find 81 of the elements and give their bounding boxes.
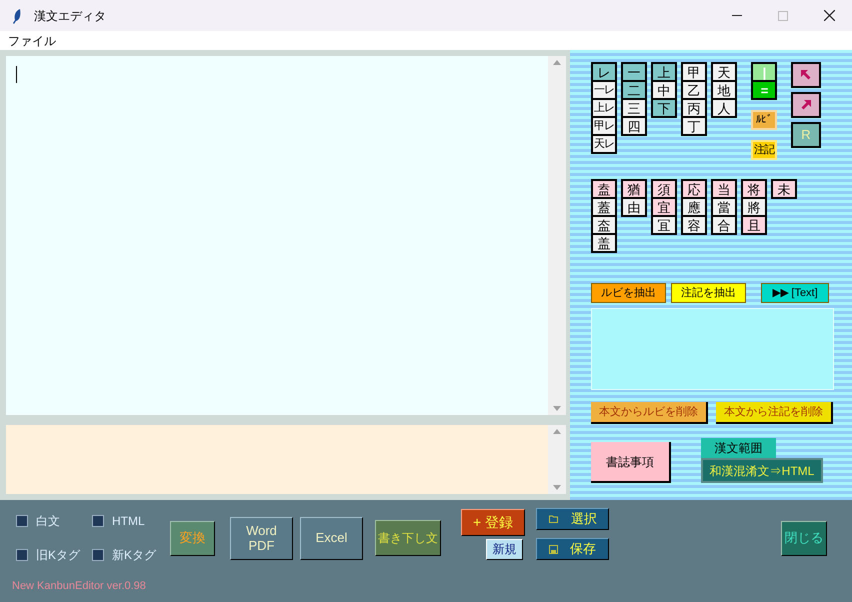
scrollbar[interactable] xyxy=(548,425,566,494)
checkbox[interactable] xyxy=(16,515,28,527)
kanji-button[interactable]: 猶 xyxy=(621,179,647,199)
html-button[interactable]: 和漢混淆文⇒HTML xyxy=(701,458,823,483)
excel-button[interactable]: Excel xyxy=(300,516,363,560)
checkbox[interactable] xyxy=(16,549,28,561)
delete-button[interactable]: 本文からルビを削除 xyxy=(591,402,708,424)
kanji-button[interactable]: 當 xyxy=(711,197,737,217)
feather-icon xyxy=(12,8,22,24)
scroll-up-icon xyxy=(553,429,561,434)
kanji-button[interactable]: 冝 xyxy=(651,215,677,235)
scroll-down-icon xyxy=(553,485,561,490)
menu-item[interactable]: ファイル xyxy=(8,32,56,50)
bibliography-button[interactable]: 書誌事項 xyxy=(591,442,671,483)
kanji-button[interactable]: 盇 xyxy=(591,215,617,235)
close-app-button[interactable]: 閉じる xyxy=(781,520,827,556)
kanji-button[interactable]: 由 xyxy=(621,197,647,217)
checkbox[interactable] xyxy=(92,549,104,561)
kanji-button[interactable]: 将 xyxy=(741,179,767,199)
minimize-icon xyxy=(732,15,742,16)
window-title: 漢文エディタ xyxy=(34,8,106,24)
kanji-button[interactable]: 容 xyxy=(681,215,707,235)
extract-button[interactable]: ▶▶ [Text] xyxy=(761,283,829,303)
kanji-button[interactable]: 甲 xyxy=(681,62,707,82)
kanji-button[interactable]: 地 xyxy=(711,80,737,100)
version-text: New KanbunEditor ver.0.98 xyxy=(12,578,147,594)
kanji-button[interactable]: 蓋 xyxy=(591,197,617,217)
kanji-button[interactable]: 丙 xyxy=(681,98,707,118)
kanji-button[interactable]: 一レ xyxy=(591,80,617,100)
arrow-button[interactable] xyxy=(791,92,821,118)
kanji-button[interactable]: 上レ xyxy=(591,98,617,118)
scrollbar[interactable] xyxy=(548,56,566,415)
close-icon xyxy=(824,10,834,21)
checkbox[interactable] xyxy=(92,515,104,527)
kanji-button[interactable]: 天レ xyxy=(591,134,617,154)
kanji-button[interactable]: 上 xyxy=(651,62,677,82)
extract-button[interactable]: ルビを抽出 xyxy=(591,283,666,303)
mark-button[interactable]: ﾙﾋﾞ xyxy=(751,110,777,130)
folder-icon xyxy=(549,515,559,523)
kanji-button[interactable]: レ xyxy=(591,62,617,82)
kanji-button[interactable]: 人 xyxy=(711,98,737,118)
kanji-button[interactable]: 合 xyxy=(711,215,737,235)
kanji-button[interactable]: 下 xyxy=(651,98,677,118)
select-button[interactable]: 選択 xyxy=(536,508,609,530)
arrow-button[interactable] xyxy=(791,62,821,88)
kanji-button[interactable]: 丁 xyxy=(681,116,707,136)
register-button[interactable]: + 登録 xyxy=(461,508,525,536)
new-button[interactable]: 新規 xyxy=(486,538,523,560)
kanji-button[interactable]: 未 xyxy=(771,179,797,199)
kanji-button[interactable]: 中 xyxy=(651,80,677,100)
kanji-button[interactable]: 応 xyxy=(681,179,707,199)
kanji-button[interactable]: 天 xyxy=(711,62,737,82)
extract-button[interactable]: 注記を抽出 xyxy=(671,283,746,303)
kanji-button[interactable]: 甲レ xyxy=(591,116,617,136)
text-cursor xyxy=(16,66,17,83)
checkbox-label: 旧Kタグ xyxy=(36,547,80,564)
save-button[interactable]: 保存 xyxy=(536,538,609,560)
kanji-button[interactable]: 且 xyxy=(741,215,767,235)
floppy-icon xyxy=(549,544,558,554)
kanbun-range-label: 漢文範囲 xyxy=(701,438,776,458)
kanji-button[interactable]: 一 xyxy=(621,62,647,82)
kanji-button[interactable]: 盍 xyxy=(591,179,617,199)
checkbox-label: 白文 xyxy=(36,513,60,530)
kanji-button[interactable]: 應 xyxy=(681,197,707,217)
checkbox-label: 新Kタグ xyxy=(112,547,156,564)
word-pdf-button[interactable]: Word PDF xyxy=(230,516,293,560)
scroll-down-icon xyxy=(553,406,561,411)
checkbox-label: HTML xyxy=(112,513,145,530)
kanji-button[interactable]: 乙 xyxy=(681,80,707,100)
kanji-button[interactable]: 三 xyxy=(621,98,647,118)
kanji-button[interactable]: 四 xyxy=(621,116,647,136)
maximize-icon xyxy=(778,10,788,20)
kanji-button[interactable]: 宜 xyxy=(651,197,677,217)
delete-button[interactable]: 本文から注記を削除 xyxy=(716,402,833,424)
kanji-button[interactable]: 將 xyxy=(741,197,767,217)
scroll-up-icon xyxy=(553,60,561,65)
kanji-button[interactable]: 二 xyxy=(621,80,647,100)
mark-button[interactable]: 注記 xyxy=(751,140,777,160)
kanji-button[interactable]: 当 xyxy=(711,179,737,199)
kanji-button[interactable]: 盖 xyxy=(591,233,617,253)
kanji-button[interactable]: 須 xyxy=(651,179,677,199)
